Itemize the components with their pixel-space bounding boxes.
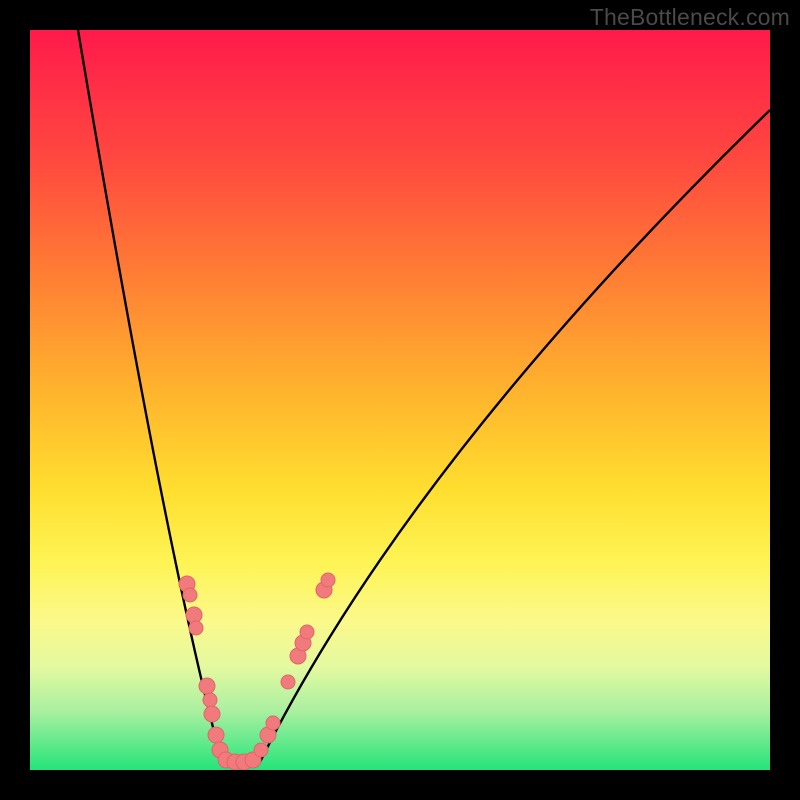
data-marker	[300, 625, 314, 639]
bottleneck-curve	[30, 30, 770, 770]
data-marker	[208, 727, 224, 743]
data-marker	[281, 675, 295, 689]
watermark-text: TheBottleneck.com	[590, 4, 790, 31]
data-marker	[254, 743, 268, 757]
data-marker	[203, 693, 217, 707]
chart-frame: TheBottleneck.com	[0, 0, 800, 800]
data-marker	[186, 607, 202, 623]
data-marker	[266, 716, 280, 730]
curve-path	[78, 30, 770, 762]
data-marker	[321, 573, 335, 587]
plot-area	[30, 30, 770, 770]
data-marker	[199, 678, 215, 694]
data-marker	[204, 706, 220, 722]
data-marker	[189, 621, 203, 635]
data-markers	[179, 573, 335, 770]
data-marker	[183, 588, 197, 602]
